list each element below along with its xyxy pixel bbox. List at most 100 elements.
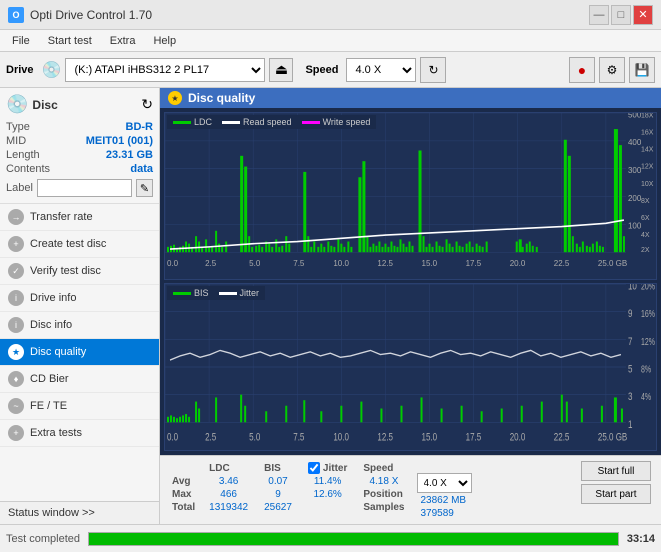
- drive-select[interactable]: (K:) ATAPI iHBS312 2 PL17: [65, 58, 265, 82]
- speed-select-stats[interactable]: 4.0 X: [417, 473, 472, 493]
- drive-label: Drive: [6, 64, 34, 76]
- svg-text:9: 9: [628, 308, 632, 321]
- avg-row-label: Avg: [166, 475, 201, 488]
- svg-text:10.0: 10.0: [333, 258, 349, 268]
- bottom-chart-svg: 10 9 7 5 3 1 20% 16% 12% 8% 4%: [165, 284, 656, 450]
- ldc-legend-label: LDC: [194, 117, 212, 127]
- svg-text:5.0: 5.0: [249, 431, 260, 444]
- speed-refresh-button[interactable]: ↻: [420, 57, 446, 83]
- svg-text:100: 100: [628, 220, 642, 230]
- top-chart-svg: 500 400 300 200 100 18X 16X 14X 12X 10X …: [165, 113, 656, 279]
- disc-quality-icon: ★: [8, 344, 24, 360]
- disc-label-input[interactable]: [37, 179, 132, 197]
- sidebar-item-label: Transfer rate: [30, 211, 93, 223]
- start-part-button[interactable]: Start part: [581, 484, 651, 504]
- total-row-label: Total: [166, 501, 201, 514]
- speed-value: 4.18 X: [355, 475, 412, 488]
- svg-text:15.0: 15.0: [422, 431, 438, 444]
- start-full-button[interactable]: Start full: [581, 461, 651, 481]
- minimize-button[interactable]: —: [589, 5, 609, 25]
- svg-text:20%: 20%: [641, 284, 655, 292]
- speed-select[interactable]: 4.0 X: [346, 58, 416, 82]
- svg-text:10.0: 10.0: [333, 431, 349, 444]
- svg-text:2.5: 2.5: [205, 431, 216, 444]
- app-icon: O: [8, 7, 24, 23]
- sidebar-item-extra-tests[interactable]: + Extra tests: [0, 420, 159, 447]
- sidebar-item-fe-te[interactable]: ~ FE / TE: [0, 393, 159, 420]
- svg-text:16%: 16%: [641, 308, 655, 319]
- app-title: Opti Drive Control 1.70: [30, 8, 589, 22]
- bis-avg-value: 0.07: [256, 475, 300, 488]
- disc-label-edit-button[interactable]: ✎: [136, 179, 153, 197]
- transfer-rate-icon: →: [8, 209, 24, 225]
- svg-text:15.0: 15.0: [422, 258, 438, 268]
- record-button[interactable]: ●: [569, 57, 595, 83]
- svg-text:4X: 4X: [641, 230, 650, 239]
- progress-bar-fill: [89, 533, 618, 545]
- disc-section: 💿 Disc ↻ Type BD-R MID MEIT01 (001) Leng…: [0, 88, 159, 204]
- status-time: 33:14: [627, 533, 655, 545]
- disc-refresh-icon[interactable]: ↻: [141, 96, 153, 113]
- progress-bar: [88, 532, 619, 546]
- ldc-total-value: 1319342: [201, 501, 256, 514]
- sidebar-item-drive-info[interactable]: i Drive info: [0, 285, 159, 312]
- position-label: Position: [355, 488, 412, 501]
- svg-text:8%: 8%: [641, 363, 652, 374]
- jitter-checkbox[interactable]: [308, 462, 320, 474]
- sidebar-item-disc-info[interactable]: i Disc info: [0, 312, 159, 339]
- sidebar-bottom: Status window >>: [0, 501, 159, 524]
- disc-label-label: Label: [6, 182, 33, 194]
- sidebar-item-create-test-disc[interactable]: + Create test disc: [0, 231, 159, 258]
- main-content: 💿 Disc ↻ Type BD-R MID MEIT01 (001) Leng…: [0, 88, 661, 524]
- window-controls: — □ ✕: [589, 5, 653, 25]
- svg-text:5: 5: [628, 363, 632, 376]
- sidebar-item-label: Disc quality: [30, 346, 86, 358]
- sidebar-nav: → Transfer rate + Create test disc ✓ Ver…: [0, 204, 159, 501]
- svg-text:2.5: 2.5: [205, 258, 217, 268]
- settings-button[interactable]: ⚙: [599, 57, 625, 83]
- sidebar-item-transfer-rate[interactable]: → Transfer rate: [0, 204, 159, 231]
- menu-file[interactable]: File: [4, 33, 38, 49]
- svg-text:7.5: 7.5: [293, 258, 305, 268]
- jitter-legend-label: Jitter: [240, 288, 260, 298]
- sidebar-item-cd-bier[interactable]: ♦ CD Bier: [0, 366, 159, 393]
- svg-text:12.5: 12.5: [377, 431, 393, 444]
- svg-text:12%: 12%: [641, 336, 655, 347]
- position-value: 23862 MB: [417, 495, 472, 506]
- svg-text:2X: 2X: [641, 245, 650, 254]
- menu-extra[interactable]: Extra: [102, 33, 144, 49]
- fe-te-icon: ~: [8, 398, 24, 414]
- top-chart-panel: LDC Read speed Write speed: [164, 112, 657, 280]
- svg-text:10X: 10X: [641, 179, 654, 188]
- menu-bar: File Start test Extra Help: [0, 30, 661, 52]
- eject-button[interactable]: ⏏: [269, 58, 293, 82]
- svg-text:7.5: 7.5: [293, 431, 304, 444]
- menu-start-test[interactable]: Start test: [40, 33, 100, 49]
- sidebar-item-disc-quality[interactable]: ★ Disc quality: [0, 339, 159, 366]
- maximize-button[interactable]: □: [611, 5, 631, 25]
- status-window-button[interactable]: Status window >>: [0, 502, 159, 524]
- close-button[interactable]: ✕: [633, 5, 653, 25]
- chart-area: ★ Disc quality LDC Read speed: [160, 88, 661, 524]
- sidebar-item-label: CD Bier: [30, 373, 69, 385]
- svg-text:0.0: 0.0: [167, 258, 179, 268]
- svg-text:20.0: 20.0: [510, 431, 526, 444]
- svg-text:4%: 4%: [641, 391, 652, 402]
- chart-title-icon: ★: [168, 91, 182, 105]
- disc-length-label: Length: [6, 149, 40, 161]
- jitter-max-value: 12.6%: [300, 488, 355, 501]
- menu-help[interactable]: Help: [145, 33, 184, 49]
- drive-icon: 💿: [42, 60, 62, 80]
- save-button[interactable]: 💾: [629, 57, 655, 83]
- sidebar-item-verify-test-disc[interactable]: ✓ Verify test disc: [0, 258, 159, 285]
- svg-text:25.0 GB: 25.0 GB: [598, 258, 628, 268]
- jitter-avg-value: 11.4%: [300, 475, 355, 488]
- disc-length-row: Length 23.31 GB: [6, 149, 153, 161]
- disc-icon: 💿: [6, 94, 28, 115]
- svg-text:20.0: 20.0: [510, 258, 526, 268]
- svg-text:500: 500: [628, 113, 642, 119]
- disc-contents-label: Contents: [6, 163, 50, 175]
- create-test-disc-icon: +: [8, 236, 24, 252]
- ldc-col-header: LDC: [201, 461, 256, 475]
- bis-max-value: 9: [256, 488, 300, 501]
